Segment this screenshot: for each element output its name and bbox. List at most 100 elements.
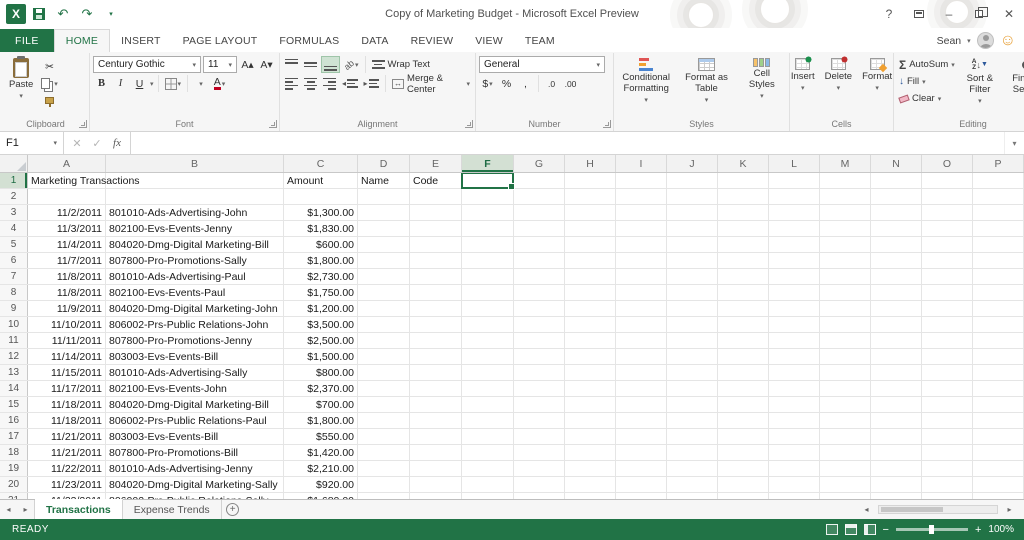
cell-G5[interactable] [514, 237, 565, 252]
cell-G21[interactable] [514, 493, 565, 499]
row-header-11[interactable]: 11 [0, 333, 28, 348]
cell-L19[interactable] [769, 461, 820, 476]
cell-H7[interactable] [565, 269, 616, 284]
cell-K9[interactable] [718, 301, 769, 316]
cell-H6[interactable] [565, 253, 616, 268]
cell-B13[interactable]: 801010-Ads-Advertising-Sally [106, 365, 284, 380]
restore-button[interactable] [964, 2, 994, 26]
zoom-out-button[interactable]: − [883, 524, 889, 536]
cell-A4[interactable]: 11/3/2011 [28, 221, 106, 236]
cell-O8[interactable] [922, 285, 973, 300]
cell-F17[interactable] [462, 429, 514, 444]
cell-P8[interactable] [973, 285, 1024, 300]
cell-H8[interactable] [565, 285, 616, 300]
cell-O14[interactable] [922, 381, 973, 396]
font-name-combo[interactable]: Century Gothic ▾ [93, 56, 201, 73]
cell-L9[interactable] [769, 301, 820, 316]
formula-input[interactable] [131, 132, 1004, 154]
cell-I16[interactable] [616, 413, 667, 428]
cell-A21[interactable]: 11/23/2011 [28, 493, 106, 499]
cell-O4[interactable] [922, 221, 973, 236]
cell-C15[interactable]: $700.00 [284, 397, 358, 412]
cell-H19[interactable] [565, 461, 616, 476]
decrease-font-size-button[interactable]: A▾ [258, 56, 275, 73]
cell-J18[interactable] [667, 445, 718, 460]
cell-I14[interactable] [616, 381, 667, 396]
cell-B19[interactable]: 801010-Ads-Advertising-Jenny [106, 461, 284, 476]
cell-K2[interactable] [718, 189, 769, 204]
cell-A15[interactable]: 11/18/2011 [28, 397, 106, 412]
cell-N18[interactable] [871, 445, 922, 460]
tab-team[interactable]: TEAM [514, 29, 566, 52]
underline-button[interactable]: U [131, 75, 148, 92]
bottom-align-button[interactable] [321, 56, 340, 73]
column-header-P[interactable]: P [973, 155, 1024, 172]
cell-O7[interactable] [922, 269, 973, 284]
cut-button[interactable]: ✂ [39, 58, 60, 75]
cell-J10[interactable] [667, 317, 718, 332]
cell-F3[interactable] [462, 205, 514, 220]
cell-I4[interactable] [616, 221, 667, 236]
cell-K11[interactable] [718, 333, 769, 348]
cell-C5[interactable]: $600.00 [284, 237, 358, 252]
column-header-B[interactable]: B [106, 155, 284, 172]
cell-I3[interactable] [616, 205, 667, 220]
cell-G10[interactable] [514, 317, 565, 332]
cell-M9[interactable] [820, 301, 871, 316]
number-format-combo[interactable]: General ▾ [479, 56, 605, 73]
cell-L13[interactable] [769, 365, 820, 380]
cell-H15[interactable] [565, 397, 616, 412]
cell-D10[interactable] [358, 317, 410, 332]
cell-M13[interactable] [820, 365, 871, 380]
tab-insert[interactable]: INSERT [110, 29, 172, 52]
column-header-D[interactable]: D [358, 155, 410, 172]
cell-C4[interactable]: $1,830.00 [284, 221, 358, 236]
cell-B3[interactable]: 801010-Ads-Advertising-John [106, 205, 284, 220]
cell-K14[interactable] [718, 381, 769, 396]
cell-G1[interactable] [514, 173, 565, 188]
cell-E8[interactable] [410, 285, 462, 300]
close-button[interactable]: ✕ [994, 2, 1024, 26]
cell-M7[interactable] [820, 269, 871, 284]
borders-button[interactable]: ▾ [163, 75, 184, 92]
name-box[interactable]: F1 ▾ [0, 132, 64, 154]
find-select-button[interactable]: Find & Select ▾ [1003, 55, 1024, 107]
cell-M8[interactable] [820, 285, 871, 300]
signed-in-user[interactable]: Sean [937, 35, 962, 47]
cell-I20[interactable] [616, 477, 667, 492]
cell-F12[interactable] [462, 349, 514, 364]
cell-N16[interactable] [871, 413, 922, 428]
cell-J13[interactable] [667, 365, 718, 380]
cell-J2[interactable] [667, 189, 718, 204]
cell-F13[interactable] [462, 365, 514, 380]
cell-N9[interactable] [871, 301, 922, 316]
cell-M16[interactable] [820, 413, 871, 428]
cell-M4[interactable] [820, 221, 871, 236]
cell-B10[interactable]: 806002-Prs-Public Relations-John [106, 317, 284, 332]
cell-G9[interactable] [514, 301, 565, 316]
copy-button[interactable]: ▾ [39, 75, 60, 92]
column-header-E[interactable]: E [410, 155, 462, 172]
cell-B11[interactable]: 807800-Pro-Promotions-Jenny [106, 333, 284, 348]
cell-K5[interactable] [718, 237, 769, 252]
cell-K1[interactable] [718, 173, 769, 188]
horizontal-scroll-thumb[interactable] [881, 507, 943, 512]
cell-M17[interactable] [820, 429, 871, 444]
cell-H4[interactable] [565, 221, 616, 236]
column-header-H[interactable]: H [565, 155, 616, 172]
cell-D3[interactable] [358, 205, 410, 220]
cell-F4[interactable] [462, 221, 514, 236]
column-header-A[interactable]: A [28, 155, 106, 172]
cell-H13[interactable] [565, 365, 616, 380]
cell-K15[interactable] [718, 397, 769, 412]
clear-button[interactable]: Clear ▾ [897, 90, 957, 107]
cell-G16[interactable] [514, 413, 565, 428]
cell-C6[interactable]: $1,800.00 [284, 253, 358, 268]
cell-H2[interactable] [565, 189, 616, 204]
comma-style-button[interactable]: , [517, 75, 534, 92]
cell-P2[interactable] [973, 189, 1024, 204]
cell-G14[interactable] [514, 381, 565, 396]
cell-A16[interactable]: 11/18/2011 [28, 413, 106, 428]
tab-page-layout[interactable]: PAGE LAYOUT [172, 29, 269, 52]
cell-K16[interactable] [718, 413, 769, 428]
